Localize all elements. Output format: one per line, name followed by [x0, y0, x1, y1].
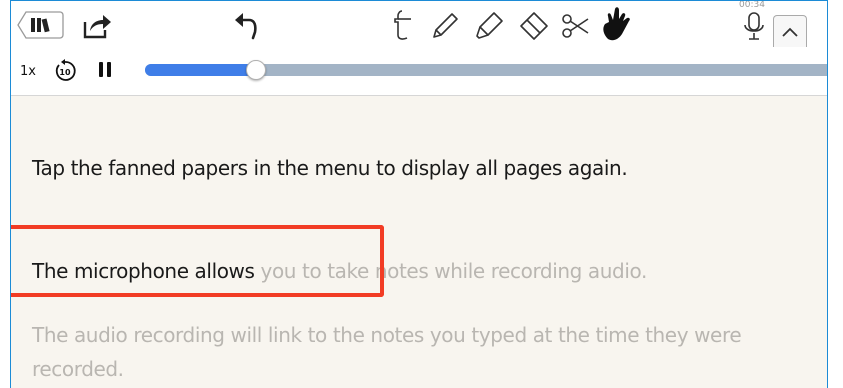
highlight-annotation-box: [11, 225, 384, 297]
audio-progress-knob[interactable]: [245, 60, 266, 80]
pause-icon: [99, 62, 103, 77]
playback-speed-button[interactable]: 1x: [20, 64, 36, 79]
audio-progress-track[interactable]: [145, 60, 827, 80]
hand-tool-button[interactable]: [598, 6, 634, 44]
skip-back-button[interactable]: 10: [53, 59, 77, 83]
eraser-icon: [520, 12, 548, 40]
audio-playback-bar: 1x 10: [11, 47, 827, 96]
note-text-line: The audio recording will link to the not…: [32, 323, 742, 347]
collapse-toolbar-button[interactable]: [773, 15, 807, 48]
scissors-tool-button[interactable]: [559, 10, 591, 42]
text-tool-icon: [394, 10, 411, 40]
highlighter-icon: [476, 12, 503, 39]
microphone-icon: [744, 12, 764, 40]
highlighter-tool-button[interactable]: [473, 10, 505, 42]
library-button[interactable]: [16, 10, 64, 40]
note-text-line: Tap the fanned papers in the menu to dis…: [32, 156, 628, 180]
share-icon: [83, 15, 111, 39]
audio-progress-fill: [145, 64, 256, 76]
toolbar: 00:34: [11, 1, 827, 48]
library-icon: [17, 11, 64, 39]
app-window: 00:34 1x 10 Tap the fanned papers in the…: [10, 0, 828, 388]
skip-back-icon: 10: [55, 59, 76, 81]
undo-icon: [235, 13, 257, 40]
pen-tool-button[interactable]: [429, 10, 461, 42]
eraser-tool-button[interactable]: [516, 10, 550, 42]
chevron-up-icon: [782, 27, 798, 37]
undo-button[interactable]: [231, 12, 263, 42]
share-button[interactable]: [81, 10, 113, 42]
pause-button[interactable]: [99, 62, 113, 80]
microphone-button[interactable]: [739, 7, 769, 43]
hand-icon: [603, 7, 630, 41]
scissors-icon: [562, 14, 589, 38]
skip-back-label: 10: [59, 68, 71, 77]
text-tool-button[interactable]: [389, 8, 419, 42]
note-text-line: recorded.: [32, 357, 124, 381]
pen-icon: [433, 13, 458, 38]
